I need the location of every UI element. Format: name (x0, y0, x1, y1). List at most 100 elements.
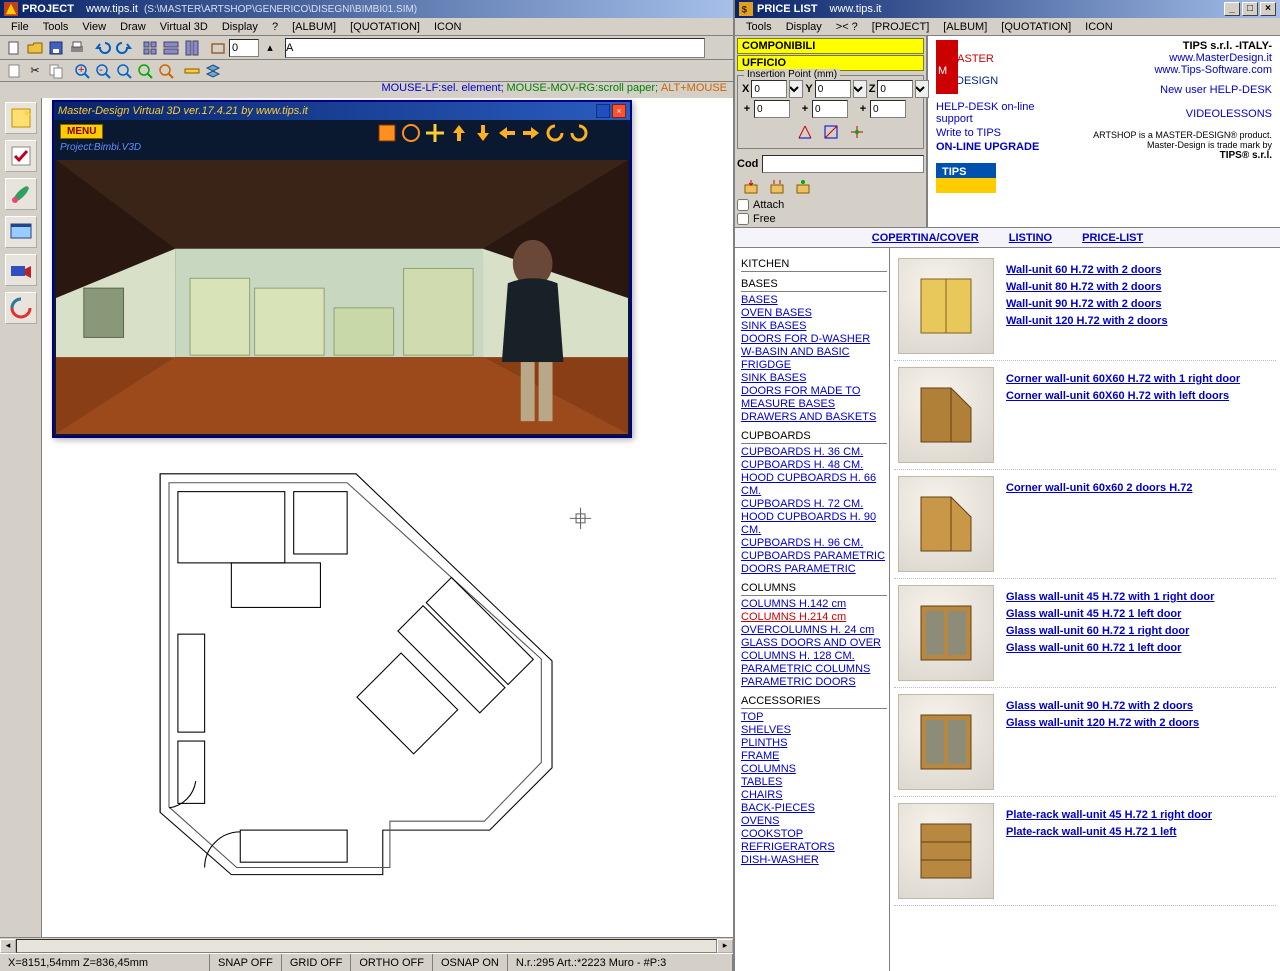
camera-icon[interactable] (5, 254, 37, 286)
minimize-icon[interactable]: _ (1224, 2, 1240, 16)
nav-link[interactable]: PARAMETRIC COLUMNS (741, 663, 887, 676)
product-thumb[interactable] (898, 476, 994, 572)
product-thumb[interactable] (898, 694, 994, 790)
product-link[interactable]: Glass wall-unit 90 H.72 with 2 doors (1006, 698, 1272, 715)
nav-link[interactable]: COLUMNS (741, 763, 887, 776)
nav-link[interactable]: DOORS PARAMETRIC (741, 563, 887, 576)
product-link[interactable]: Glass wall-unit 45 H.72 1 left door (1006, 606, 1272, 623)
category-nav[interactable]: KITCHENBASESBASESOVEN BASESSINK BASESDOO… (735, 248, 890, 971)
product-link[interactable]: Corner wall-unit 60X60 H.72 with 1 right… (1006, 371, 1272, 388)
help-link[interactable]: HELP-DESK on-line support (936, 101, 1066, 125)
dimension-input[interactable] (229, 39, 259, 57)
copy-icon[interactable] (46, 61, 66, 81)
axis-a-icon[interactable] (795, 122, 815, 142)
nav-link[interactable]: HOOD CUPBOARDS H. 66 CM. (741, 472, 887, 498)
product-link[interactable]: Wall-unit 80 H.72 with 2 doors (1006, 279, 1272, 296)
write-link[interactable]: Write to TIPS (936, 127, 1066, 139)
product-link[interactable]: Glass wall-unit 120 H.72 with 2 doors (1006, 715, 1272, 732)
print-icon[interactable] (67, 38, 87, 58)
menu-tools[interactable]: Tools (36, 21, 76, 33)
product-link[interactable]: Corner wall-unit 60x60 2 doors H.72 (1006, 480, 1272, 497)
menu-[interactable]: ? (265, 21, 285, 33)
insert-c-icon[interactable] (793, 177, 813, 197)
zoom-fit-icon[interactable] (114, 61, 134, 81)
status-snap[interactable]: SNAP OFF (210, 954, 282, 971)
product-link[interactable]: Plate-rack wall-unit 45 H.72 1 right doo… (1006, 807, 1272, 824)
z-dd[interactable] (915, 80, 929, 98)
v3d-min-icon[interactable] (596, 104, 610, 118)
rotate-right-icon[interactable] (568, 122, 590, 144)
command-input[interactable] (285, 38, 705, 58)
menu-view[interactable]: View (75, 21, 113, 33)
nav-link[interactable]: OVERCOLUMNS H. 24 cm (741, 624, 887, 637)
dy-input[interactable] (812, 100, 848, 118)
product-thumb[interactable] (898, 585, 994, 681)
scroll-right-icon[interactable]: ▸ (717, 939, 733, 953)
nav-link[interactable]: CUPBOARDS H. 36 CM. (741, 446, 887, 459)
doc-icon[interactable] (4, 61, 24, 81)
menu-icon[interactable]: ICON (1078, 21, 1120, 33)
nav-link[interactable]: CUPBOARDS H. 96 CM. (741, 537, 887, 550)
drawing-canvas[interactable]: Master-Design Virtual 3D ver.17.4.21 by … (42, 98, 733, 937)
tab-componibili[interactable]: COMPONIBILI (737, 38, 924, 54)
nav-link[interactable]: DOORS FOR D-WASHER (741, 333, 887, 346)
virtual-3d-window[interactable]: Master-Design Virtual 3D ver.17.4.21 by … (52, 100, 632, 438)
scroll-left-icon[interactable]: ◂ (0, 939, 16, 953)
grid2-icon[interactable] (161, 38, 181, 58)
nav-home-icon[interactable] (376, 122, 398, 144)
menu-[interactable]: >< ? (829, 21, 865, 33)
x-input[interactable] (751, 80, 787, 98)
nav-link[interactable]: CHAIRS (741, 789, 887, 802)
arrow-right-icon[interactable] (520, 122, 542, 144)
nav-link[interactable]: SHELVES (741, 724, 887, 737)
insert-a-icon[interactable] (741, 177, 761, 197)
note-icon[interactable] (5, 102, 37, 134)
redo-icon[interactable] (114, 38, 134, 58)
video-link[interactable]: VIDEOLESSONS (1093, 108, 1272, 120)
nav-link[interactable]: PLINTHS (741, 737, 887, 750)
upgrade-link[interactable]: ON-LINE UPGRADE (936, 141, 1066, 153)
menu-project[interactable]: [PROJECT] (865, 21, 936, 33)
menu-album[interactable]: [ALBUM] (936, 21, 994, 33)
tab-pricelist[interactable]: PRICE-LIST (1082, 232, 1143, 244)
nav-link[interactable]: SINK BASES (741, 320, 887, 333)
status-ortho[interactable]: ORTHO OFF (351, 954, 433, 971)
dx-input[interactable] (754, 100, 790, 118)
layers-icon[interactable] (203, 61, 223, 81)
product-thumb[interactable] (898, 258, 994, 354)
product-link[interactable]: Wall-unit 120 H.72 with 2 doors (1006, 313, 1272, 330)
product-link[interactable]: Wall-unit 90 H.72 with 2 doors (1006, 296, 1272, 313)
nav-link[interactable]: BASES (741, 294, 887, 307)
menu-quotation[interactable]: [QUOTATION] (994, 21, 1078, 33)
nav-link[interactable]: COOKSTOP (741, 828, 887, 841)
nav-link[interactable]: FRAME (741, 750, 887, 763)
company-url2[interactable]: www.Tips-Software.com (1093, 64, 1272, 76)
product-link[interactable]: Corner wall-unit 60X60 H.72 with left do… (1006, 388, 1272, 405)
stepper-up-icon[interactable]: ▴ (260, 38, 280, 58)
nav-link[interactable]: W-BASIN AND BASIC FRIGDGE (741, 346, 887, 372)
check-icon[interactable] (5, 140, 37, 172)
z-input[interactable] (877, 80, 913, 98)
horizontal-scrollbar[interactable]: ◂ ▸ (0, 937, 733, 953)
nav-link[interactable]: PARAMETRIC DOORS (741, 676, 887, 689)
product-link[interactable]: Glass wall-unit 45 H.72 with 1 right doo… (1006, 589, 1272, 606)
x-dd[interactable] (789, 80, 803, 98)
nav-link[interactable]: COLUMNS H.214 cm (741, 611, 887, 624)
axis-b-icon[interactable] (821, 122, 841, 142)
menu-quotation[interactable]: [QUOTATION] (343, 21, 427, 33)
nav-link[interactable]: DOORS FOR MADE TO MEASURE BASES (741, 385, 887, 411)
zoom-b-icon[interactable] (156, 61, 176, 81)
status-grid[interactable]: GRID OFF (282, 954, 352, 971)
dz-input[interactable] (870, 100, 906, 118)
axis-c-icon[interactable] (847, 122, 867, 142)
maximize-icon[interactable]: □ (1242, 2, 1258, 16)
nav-link[interactable]: GLASS DOORS AND OVER COLUMNS H. 128 CM. (741, 637, 887, 663)
product-link[interactable]: Glass wall-unit 60 H.72 1 right door (1006, 623, 1272, 640)
arrow-down-icon[interactable] (472, 122, 494, 144)
rotate-left-icon[interactable] (544, 122, 566, 144)
company-url1[interactable]: www.MasterDesign.it (1093, 52, 1272, 64)
nav-link[interactable]: REFRIGERATORS (741, 841, 887, 854)
brush-icon[interactable] (5, 178, 37, 210)
menu-display[interactable]: Display (779, 21, 829, 33)
nav-link[interactable]: TABLES (741, 776, 887, 789)
